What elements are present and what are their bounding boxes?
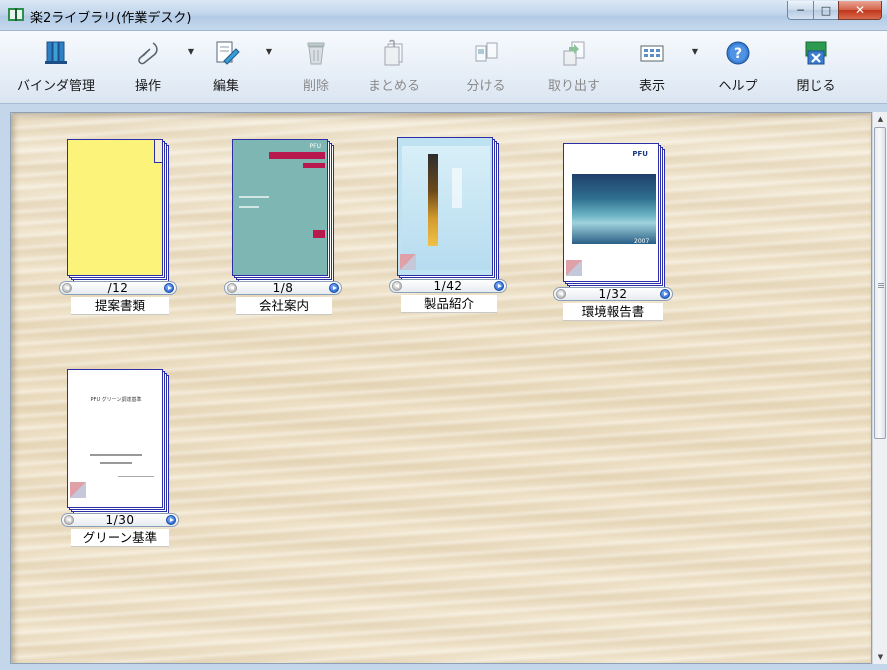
page-navigator: 1/42 [389,279,507,293]
toolbar: バインダ管理 ▼ 操作 ▼ 編集 削除 まとめる 分ける 取り出す ▼ 表示 ?… [0,31,887,104]
cover-text-line [239,196,269,198]
edit-icon [216,41,240,65]
cover-text-line [118,476,154,477]
help-icon: ? [726,41,750,65]
page-navigator: 1/30 [61,513,179,527]
cover-subtitle [452,168,462,208]
page-number: 1/8 [272,281,294,295]
page-number: 1/32 [598,287,628,301]
next-page-button[interactable] [660,289,670,299]
vertical-scrollbar[interactable]: ▲ ▼ [872,112,887,664]
binder-name: 製品紹介 [401,295,497,313]
delete-button[interactable]: 削除 [278,37,354,97]
svg-text:?: ? [734,46,742,62]
close-app-button[interactable]: 閉じる [778,37,854,97]
extract-button[interactable]: 取り出す [536,37,612,97]
binder-name: 会社案内 [236,297,332,315]
cover-logo: PFU [632,150,648,158]
binder-product-intro[interactable]: 1/42 製品紹介 [385,135,515,323]
minimize-icon: ─ [797,3,804,17]
window-title: 楽2ライブラリ(作業デスク) [30,11,192,26]
app-binder-icon [8,8,24,21]
cover-text-line [239,206,259,208]
close-icon: ✕ [854,3,866,17]
page-number: 1/30 [105,513,135,527]
binder-name: グリーン基準 [71,529,169,547]
title-bar: 楽2ライブラリ(作業デスク) ─ □ ✕ [0,0,887,31]
binder-name: 提案書類 [71,297,169,315]
folder-tab [154,140,162,163]
binder-cover-product[interactable] [397,137,493,276]
binder-cover-company[interactable]: PFU [232,139,328,276]
stamp-icon [400,254,416,270]
cover-text-line [100,462,132,464]
scrollbar-thumb[interactable] [874,127,886,439]
cover-logo: PFU [309,143,321,150]
close-window-button[interactable]: ✕ [838,1,882,20]
help-label: ヘルプ [718,79,758,94]
page-number: 1/42 [433,279,463,293]
page-navigator: /12 [59,281,177,295]
view-button[interactable]: ▼ 表示 [614,37,698,97]
cover-band [269,152,325,159]
close-app-label: 閉じる [796,79,836,94]
operation-button[interactable]: ▼ 操作 [110,37,194,97]
binder-manage-icon [45,41,67,64]
maximize-icon: □ [820,3,832,17]
page-navigator: 1/8 [224,281,342,295]
split-label: 分ける [466,79,506,94]
binder-environment-report[interactable]: PFU 2007 1/32 環境報告書 [551,141,681,327]
view-icon [640,45,664,62]
next-page-button[interactable] [494,281,504,291]
cover-photo [572,174,656,244]
extract-label: 取り出す [547,79,600,94]
page-number: /12 [107,281,129,295]
help-button[interactable]: ? ヘルプ [700,37,776,97]
next-page-button[interactable] [164,283,174,293]
maximize-button[interactable]: □ [813,1,839,20]
cover-vertical-title [428,154,438,246]
binder-company-guide[interactable]: PFU 1/8 会社案内 [221,137,351,323]
binder-name: 環境報告書 [563,303,663,321]
combine-button[interactable]: まとめる [356,37,432,97]
view-label: 表示 [638,79,665,94]
next-page-button[interactable] [166,515,176,525]
scroll-down-icon[interactable]: ▼ [873,650,887,664]
grip-icon [878,283,884,284]
stamp-icon [566,260,582,276]
binder-manage-button[interactable]: バインダ管理 [17,37,96,97]
combine-icon [384,39,403,66]
split-button[interactable]: 分ける [448,37,524,97]
trash-icon [307,42,325,65]
page-navigator: 1/32 [553,287,673,301]
binder-cover-yellow[interactable] [67,139,163,276]
minimize-button[interactable]: ─ [787,1,814,20]
close-app-icon [805,41,827,65]
dropdown-arrow-icon: ▼ [691,47,698,56]
split-icon [475,42,498,62]
cover-image [402,146,490,270]
dropdown-arrow-icon: ▼ [265,47,272,56]
binder-proposal[interactable]: /12 提案書類 [57,137,187,323]
binder-cover-environment[interactable]: PFU 2007 [563,143,659,282]
cover-text-line [90,454,142,456]
operation-label: 操作 [134,79,161,94]
stamp-icon [70,482,86,498]
extract-icon [563,41,585,66]
cover-year: 2007 [634,238,650,245]
binder-green-standard[interactable]: PFU グリーン調達基準 1/30 グリーン基準 [57,367,187,553]
work-desk[interactable]: /12 提案書類 PFU 1/8 会社案内 1/42 製品紹介 PFU 2007… [10,112,872,664]
edit-label: 編集 [212,79,239,94]
edit-button[interactable]: ▼ 編集 [188,37,272,97]
cover-band [303,163,325,168]
binder-cover-green[interactable]: PFU グリーン調達基準 [67,369,163,508]
cover-title: PFU グリーン調達基準 [90,397,142,403]
operation-icon [138,42,158,65]
binder-manage-label: バインダ管理 [17,79,96,94]
next-page-button[interactable] [329,283,339,293]
cover-band [313,230,325,238]
scroll-up-icon[interactable]: ▲ [873,112,887,126]
combine-label: まとめる [367,79,420,94]
delete-label: 削除 [302,79,329,94]
